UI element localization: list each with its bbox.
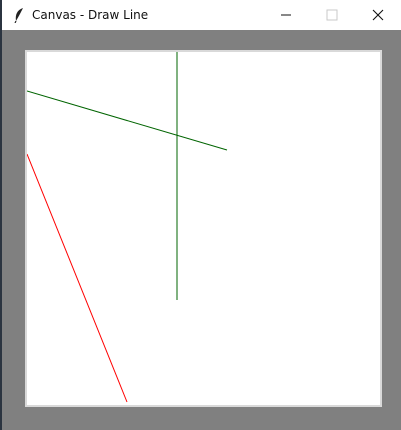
window-controls (263, 0, 401, 30)
diagonal-green-line (27, 90, 228, 151)
maximize-button[interactable] (309, 0, 355, 30)
drawing-canvas[interactable] (25, 50, 382, 407)
canvas-drawing (27, 52, 228, 403)
close-button[interactable] (355, 0, 401, 30)
red-line (27, 153, 128, 403)
feather-icon (8, 0, 30, 30)
maximize-icon (326, 6, 338, 25)
minimize-button[interactable] (263, 0, 309, 30)
app-window: Canvas - Draw Line (0, 0, 401, 430)
window-client-area (2, 30, 401, 430)
title-bar[interactable]: Canvas - Draw Line (2, 0, 401, 30)
close-icon (372, 6, 384, 25)
window-title: Canvas - Draw Line (32, 8, 149, 22)
minimize-icon (280, 6, 292, 25)
